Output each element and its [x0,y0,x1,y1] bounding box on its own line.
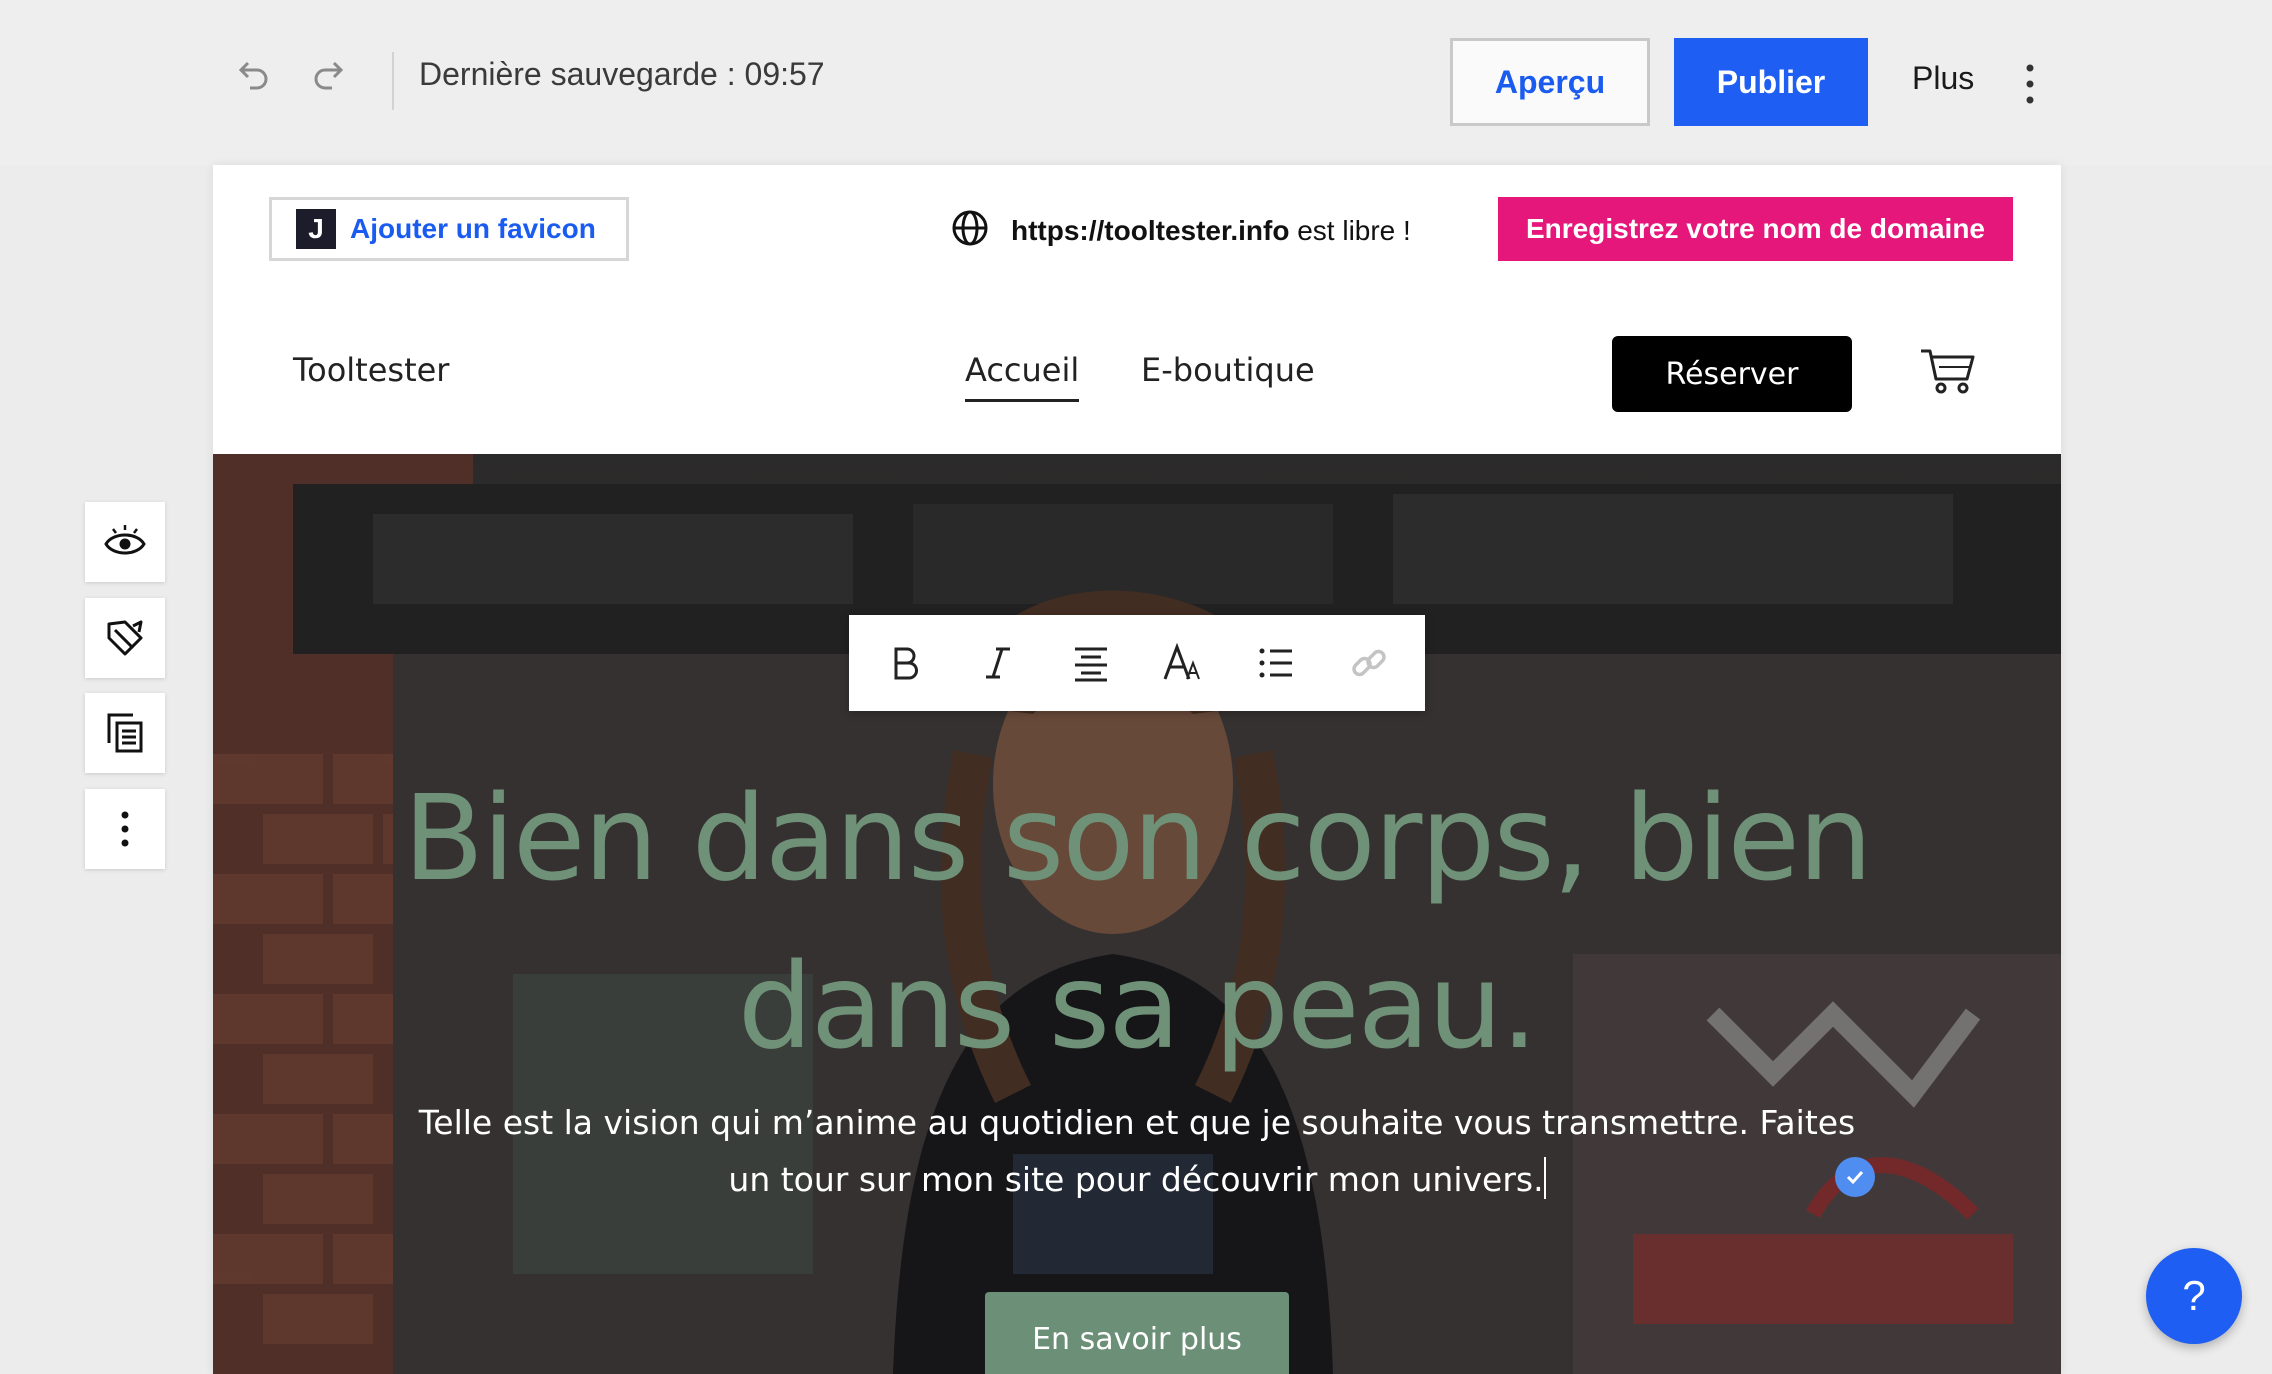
jimdo-logo: J [296,209,336,249]
book-button[interactable]: Réserver [1612,336,1852,412]
add-favicon-label: Ajouter un favicon [350,213,596,244]
hero-text[interactable]: Telle est la vision qui m’anime au quoti… [397,1094,1877,1208]
domain-availability: https://tooltester.info est libre ! [951,209,1411,252]
bold-icon[interactable] [873,631,937,695]
learn-more-button[interactable]: En savoir plus [985,1292,1289,1374]
paint-icon[interactable] [85,598,165,678]
more-vertical-icon[interactable] [85,789,165,869]
eye-icon[interactable] [85,502,165,582]
editor-toolbar: Dernière sauvegarde : 09:57 Aperçu Publi… [0,0,2272,165]
more-vertical-icon[interactable] [2010,56,2050,112]
list-icon[interactable] [1244,631,1308,695]
hero-title[interactable]: Bien dans son corps, bien dans sa peau. [373,754,1901,1090]
italic-icon[interactable] [966,631,1030,695]
add-favicon-button[interactable]: J Ajouter un favicon [269,197,629,261]
site-brand[interactable]: Tooltester [293,351,449,389]
help-button[interactable]: ? [2146,1248,2242,1344]
redo-icon[interactable] [302,48,358,104]
globe-icon [951,209,989,252]
link-icon[interactable] [1337,631,1401,695]
text-cursor [1543,1157,1546,1199]
website-canvas: J Ajouter un favicon https://tooltester.… [213,165,2061,1374]
more-button[interactable]: Plus [1912,60,1974,97]
align-center-icon[interactable] [1059,631,1123,695]
last-save-status: Dernière sauvegarde : 09:57 [419,56,825,92]
text-style-icon[interactable] [1151,631,1215,695]
hero-section: Bien dans son corps, bien dans sa peau. … [213,454,2061,1374]
nav-item-home[interactable]: Accueil [965,351,1080,402]
register-domain-button[interactable]: Enregistrez votre nom de domaine [1498,197,2013,261]
check-icon[interactable] [1835,1157,1875,1197]
domain-url: https://tooltester.info [1011,214,1290,246]
text-format-toolbar [849,615,1425,711]
preview-button[interactable]: Aperçu [1450,38,1650,126]
nav-item-shop[interactable]: E-boutique [1141,351,1315,389]
undo-icon[interactable] [224,48,280,104]
toolbar-divider [392,52,394,110]
domain-status-text: https://tooltester.info est libre ! [1011,215,1411,247]
hero-text-content: Telle est la vision qui m’anime au quoti… [418,1103,1856,1199]
publish-button[interactable]: Publier [1674,38,1868,126]
cart-icon[interactable] [1919,345,1977,395]
domain-status: est libre ! [1289,214,1411,246]
pages-icon[interactable] [85,693,165,773]
